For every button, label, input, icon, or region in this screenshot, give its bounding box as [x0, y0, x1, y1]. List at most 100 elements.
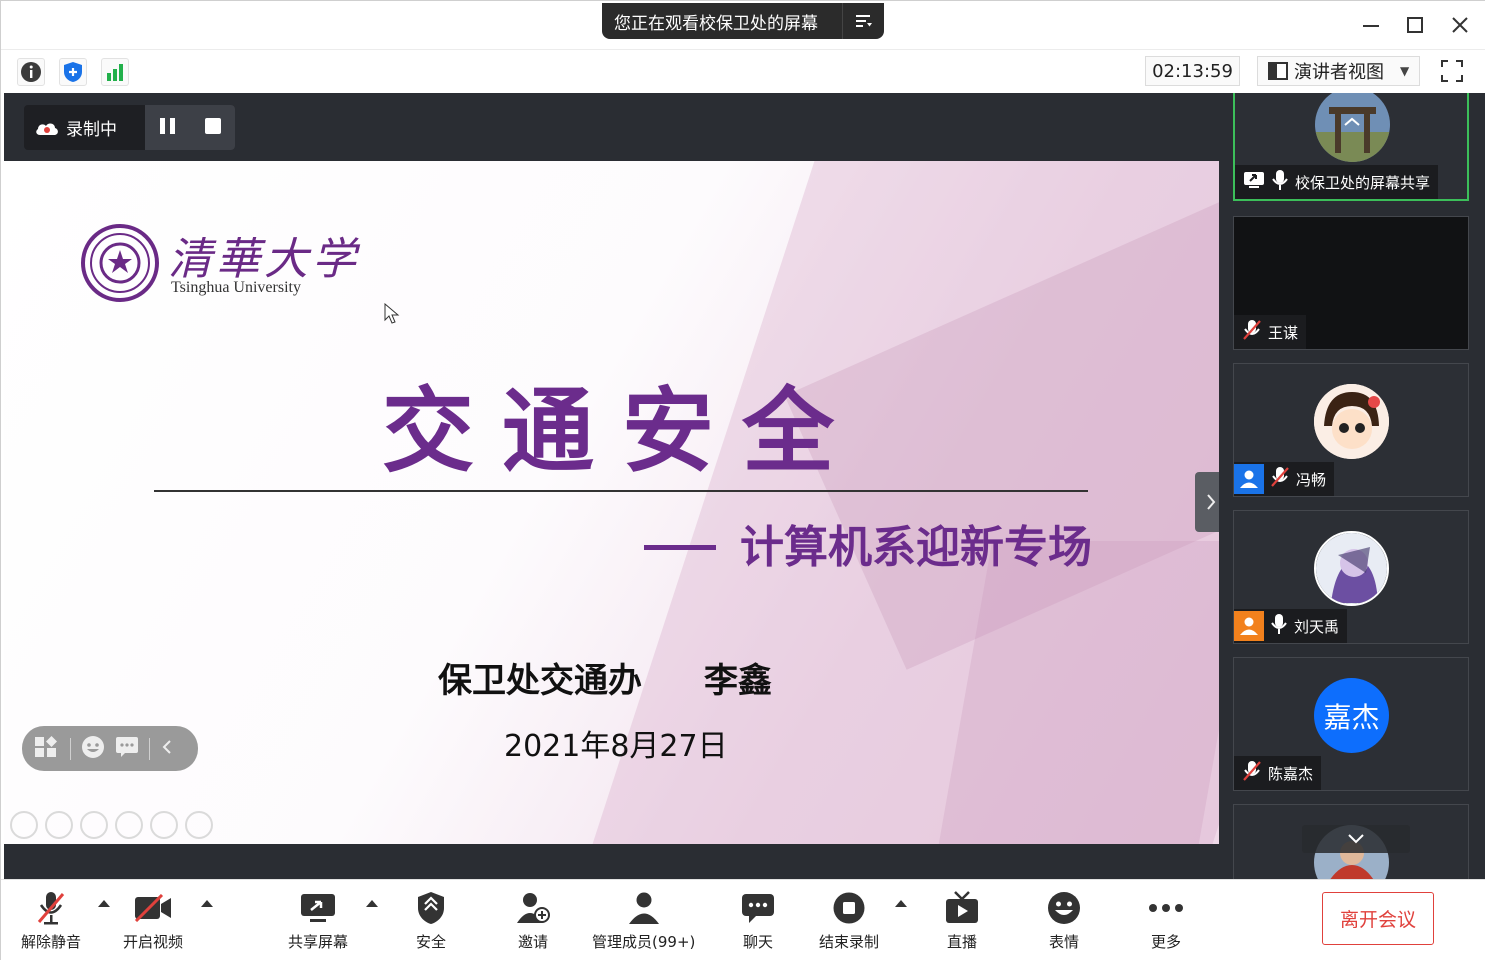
screen-share-icon — [1243, 171, 1265, 193]
share-screen-button[interactable]: 共享屏幕 — [288, 888, 348, 952]
video-options-icon[interactable] — [201, 900, 213, 907]
slide-tools — [10, 811, 213, 839]
unmute-button[interactable]: 解除静音 — [21, 888, 81, 952]
view-mode-label: 演讲者视图 — [1294, 62, 1384, 83]
chevron-down-icon — [1348, 834, 1364, 844]
manage-members-button[interactable]: 管理成员(99+) — [592, 888, 695, 952]
network-signal-icon[interactable] — [101, 58, 129, 86]
participant-tile[interactable]: 嘉杰 陈嘉杰 — [1233, 657, 1469, 791]
slide-subtitle-line: 计算机系迎新专场 — [644, 511, 1092, 575]
end-recording-button[interactable]: 结束录制 — [819, 888, 879, 952]
title-bar: 您正在观看校保卫处的屏幕 — [1, 1, 1485, 49]
meeting-toolbar: 解除静音 开启视频 共享屏幕 安全 邀请 管理成员(99+) 聊天 结束录制 直… — [1, 879, 1485, 961]
participant-tile[interactable]: 冯畅 — [1233, 363, 1469, 497]
participant-nameplate: 王谋 — [1234, 315, 1307, 349]
members-icon — [622, 888, 666, 928]
participant-nameplate: 冯畅 — [1234, 462, 1335, 496]
share-screen-label: 共享屏幕 — [288, 933, 349, 951]
participant-video-panel: 校保卫处的屏幕共享 王谋 冯畅 刘天禹 嘉杰 陈嘉杰 — [1219, 93, 1485, 879]
chat-button[interactable]: 聊天 — [736, 888, 780, 952]
participant-name: 王谋 — [1268, 323, 1299, 342]
presenter-org: 保卫处交通办 — [438, 661, 642, 701]
subtitle-dash — [644, 544, 716, 550]
avatar-initials: 嘉杰 — [1314, 678, 1389, 753]
microphone-muted-icon — [29, 888, 73, 928]
participant-name: 陈嘉杰 — [1268, 764, 1314, 783]
more-dots-icon — [1144, 888, 1188, 928]
comment-icon[interactable] — [115, 736, 139, 762]
participant-nameplate: 刘天禹 — [1234, 609, 1348, 643]
layout-grid-icon[interactable] — [34, 735, 60, 763]
security-label: 安全 — [415, 933, 446, 951]
toolbar-separator — [149, 737, 150, 760]
live-stream-button[interactable]: 直播 — [940, 888, 984, 952]
info-bar: 02:13:59 演讲者视图 ▼ — [1, 49, 1485, 93]
minimize-icon[interactable] — [1357, 11, 1385, 39]
share-menu-icon[interactable] — [842, 3, 884, 39]
maximize-icon[interactable] — [1401, 11, 1429, 39]
emoji-icon[interactable] — [81, 735, 105, 763]
slide-divider — [154, 490, 1088, 492]
university-name-cn: 清華大学 — [168, 234, 360, 285]
chevron-down-icon: ▼ — [1400, 64, 1410, 78]
slide-date: 2021年8月27日 — [504, 729, 728, 764]
participant-name: 冯畅 — [1296, 470, 1327, 489]
reactions-button[interactable]: 表情 — [1042, 888, 1086, 952]
previous-slide-icon[interactable] — [10, 811, 38, 839]
share-screen-icon — [296, 888, 340, 928]
avatar — [1314, 531, 1389, 606]
university-name-en: Tsinghua University — [171, 279, 301, 296]
end-recording-label: 结束录制 — [819, 933, 880, 951]
zoom-icon[interactable] — [150, 811, 178, 839]
participant-tile[interactable]: 刘天禹 — [1233, 510, 1469, 644]
manage-members-label: 管理成员(99+) — [592, 933, 696, 951]
presenter-name: 李鑫 — [704, 661, 772, 701]
next-slide-icon[interactable] — [45, 811, 73, 839]
stop-recording-icon[interactable] — [203, 116, 223, 140]
shared-screen-stage: 录制中 清華大学 Tsinghua University 交通安全 计算机系迎新… — [4, 93, 1219, 879]
mouse-cursor-icon — [384, 303, 400, 324]
video-off-icon — [131, 888, 175, 928]
meeting-timer: 02:13:59 — [1145, 56, 1240, 86]
view-mode-dropdown[interactable]: 演讲者视图 ▼ — [1257, 56, 1420, 86]
participant-nameplate: 校保卫处的屏幕共享 — [1235, 165, 1439, 199]
microphone-icon — [1271, 169, 1289, 195]
close-icon[interactable] — [1446, 11, 1474, 39]
more-options-icon[interactable] — [185, 811, 213, 839]
participant-tile[interactable]: 王谋 — [1233, 216, 1469, 350]
start-video-label: 开启视频 — [123, 933, 184, 951]
speaker-view-icon — [1268, 62, 1288, 80]
add-user-icon — [511, 888, 555, 928]
more-button[interactable]: 更多 — [1144, 888, 1188, 952]
scroll-down-button[interactable] — [1302, 825, 1410, 853]
audio-options-icon[interactable] — [98, 900, 110, 907]
fullscreen-icon[interactable] — [1437, 56, 1467, 86]
chat-icon — [736, 888, 780, 928]
invite-button[interactable]: 邀请 — [511, 888, 555, 952]
emoji-icon — [1042, 888, 1086, 928]
recording-controls — [145, 105, 235, 150]
chat-label: 聊天 — [742, 933, 773, 951]
user-icon — [1234, 464, 1264, 494]
pen-icon[interactable] — [80, 811, 108, 839]
slide-subtitle: 计算机系迎新专场 — [740, 522, 1092, 573]
leave-meeting-button[interactable]: 离开会议 — [1322, 892, 1434, 945]
screen-share-notice: 您正在观看校保卫处的屏幕 — [602, 3, 884, 39]
annotation-toolbar — [22, 726, 198, 771]
participant-nameplate: 陈嘉杰 — [1234, 756, 1322, 790]
pause-recording-icon[interactable] — [158, 116, 178, 140]
copy-icon[interactable] — [115, 811, 143, 839]
participant-tile[interactable]: 校保卫处的屏幕共享 — [1233, 93, 1469, 201]
invite-label: 邀请 — [517, 933, 548, 951]
start-video-button[interactable]: 开启视频 — [123, 888, 183, 952]
security-button[interactable]: 安全 — [409, 888, 453, 952]
share-options-icon[interactable] — [366, 900, 378, 907]
meeting-info-icon[interactable] — [17, 58, 45, 86]
participant-tile[interactable] — [1233, 804, 1469, 879]
participant-name: 刘天禹 — [1294, 617, 1340, 636]
chevron-right-icon — [1207, 494, 1216, 510]
shield-icon[interactable] — [59, 58, 87, 86]
recording-options-icon[interactable] — [895, 900, 907, 907]
collapse-left-icon[interactable] — [160, 737, 174, 761]
cloud-icon — [36, 123, 58, 135]
